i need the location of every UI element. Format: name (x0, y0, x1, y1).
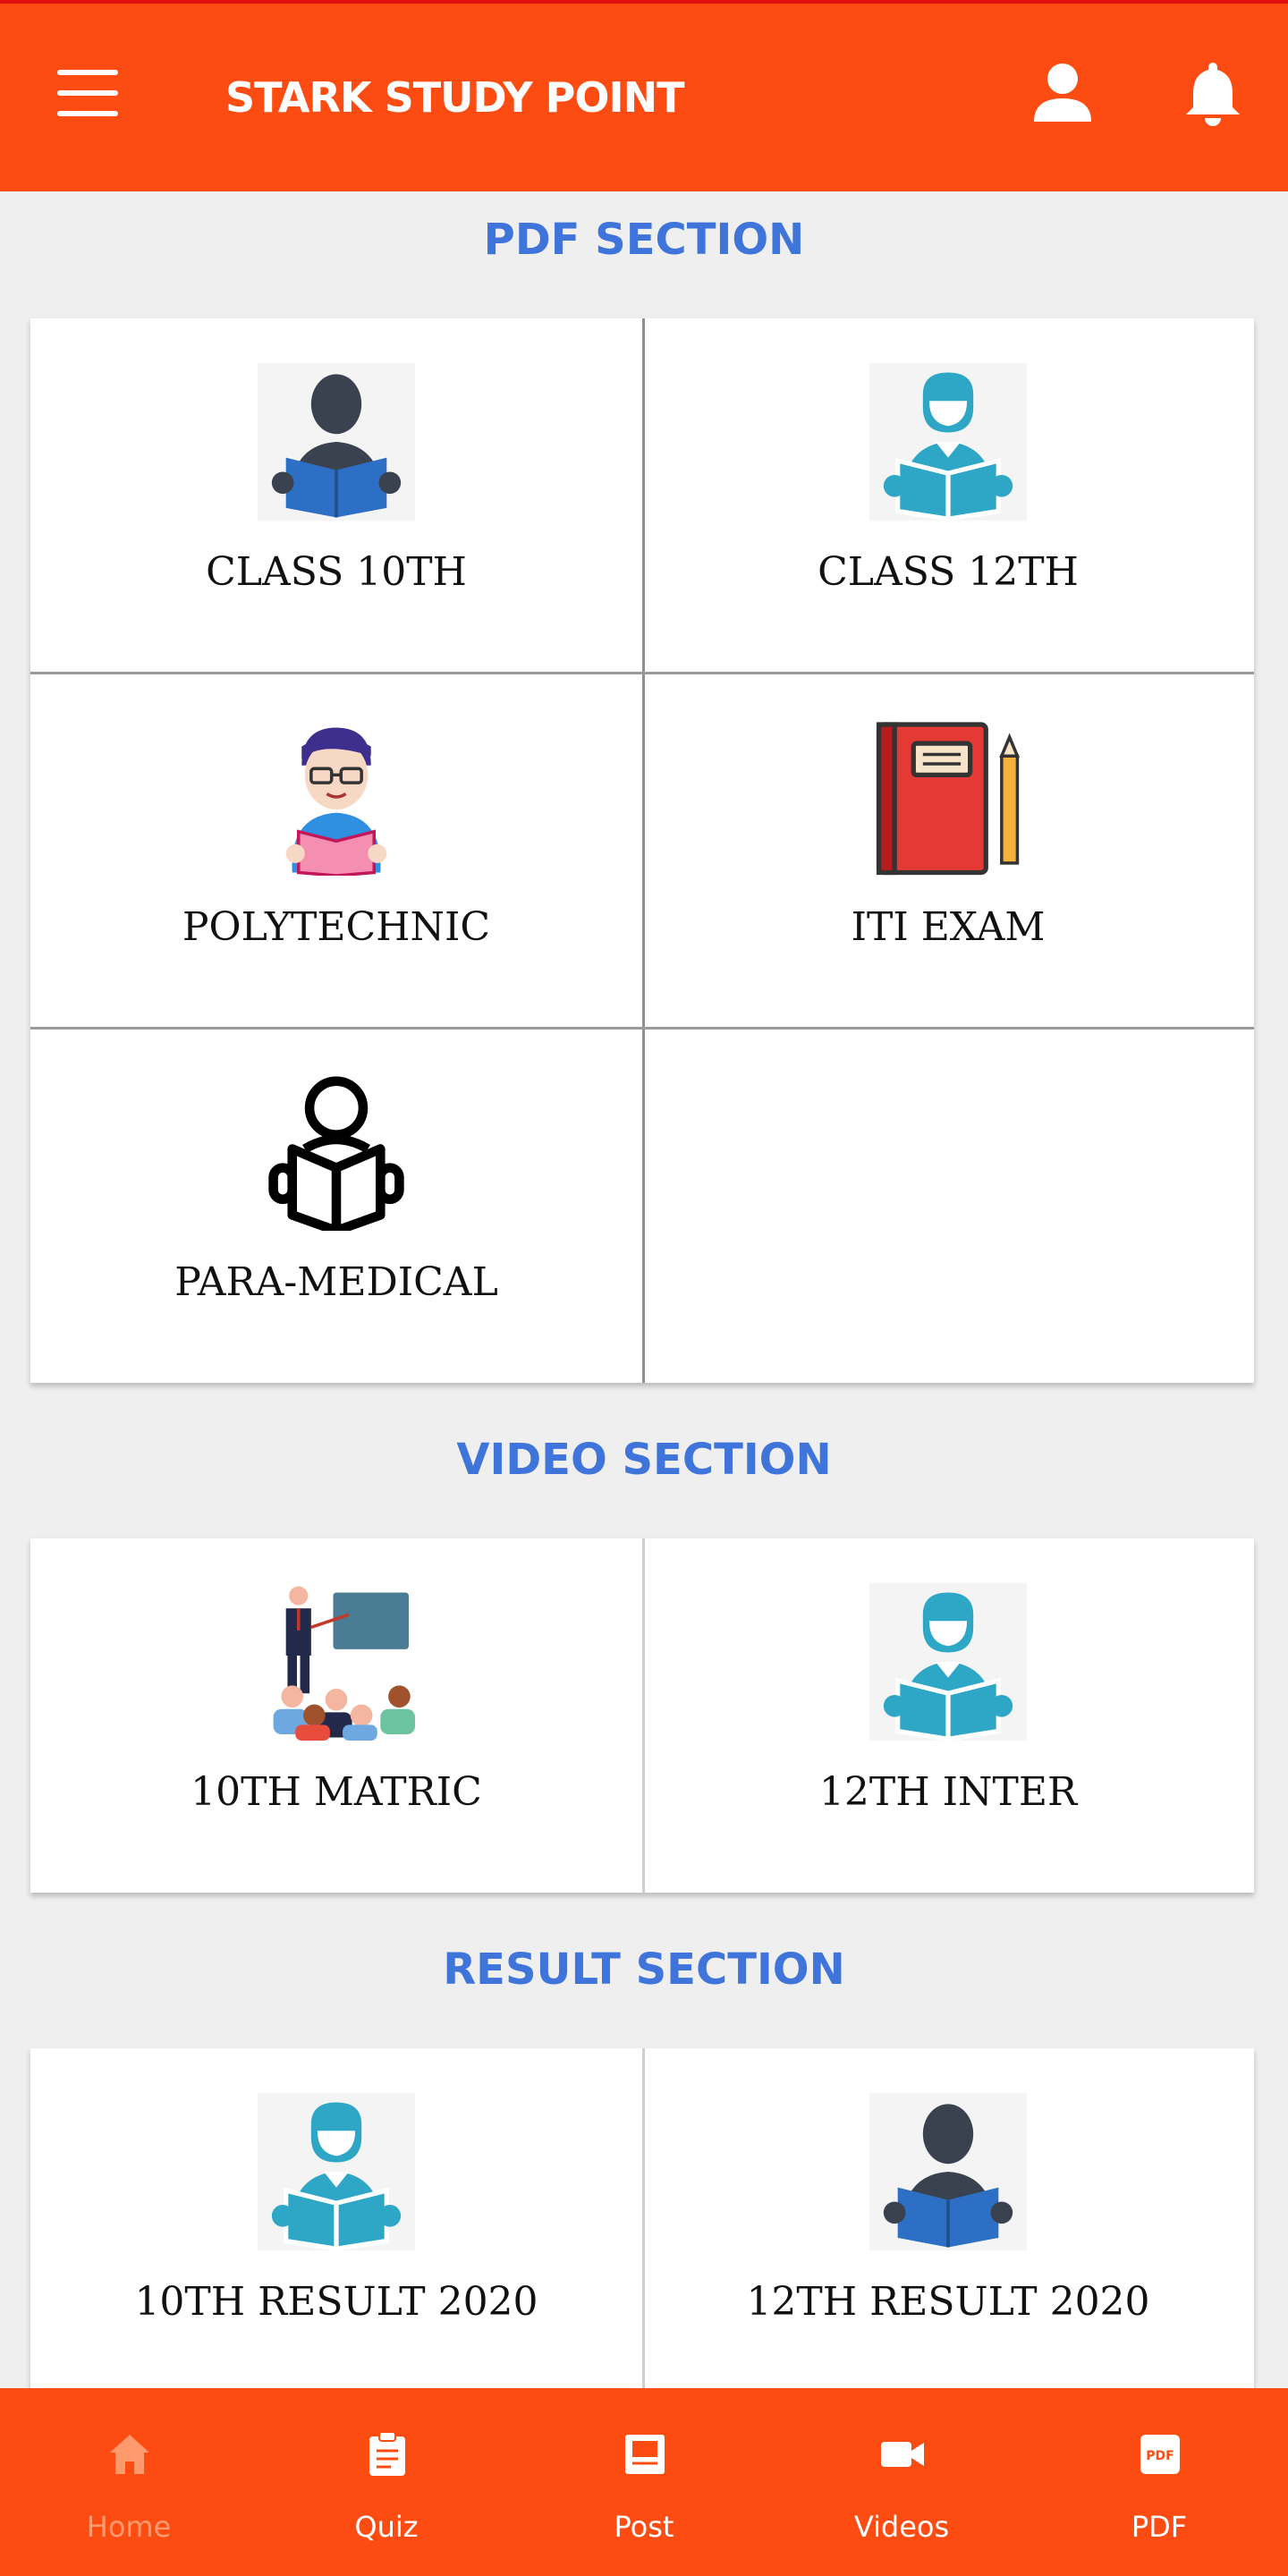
video-item-12th-inter[interactable]: 12TH INTER (642, 1538, 1254, 1894)
clipboard-icon (369, 2431, 405, 2476)
reader-outline-icon (268, 1076, 404, 1231)
student-reading-dark-icon (869, 2093, 1027, 2250)
pdf-section-title: PDF SECTION (483, 215, 805, 265)
pdf-item-iti-exam[interactable]: ITI EXAM (642, 674, 1254, 1030)
item-label: ITI EXAM (851, 904, 1046, 950)
person-icon[interactable] (1027, 57, 1098, 129)
video-item-10th-matric[interactable]: 10TH MATRIC (30, 1538, 642, 1894)
item-label: 12TH INTER (818, 1769, 1078, 1815)
result-item-10th-result-2020[interactable]: 10TH RESULT 2020 (30, 2048, 642, 2404)
video-section-grid: 10TH MATRIC 12TH INTER (30, 1538, 1254, 1893)
nav-pdf[interactable]: PDF PDF (1030, 2388, 1288, 2576)
nav-videos[interactable]: Videos (773, 2388, 1030, 2576)
item-label: 10TH RESULT 2020 (134, 2279, 538, 2325)
student-reading-teal-icon (258, 2093, 415, 2250)
result-section-grid: 10TH RESULT 2020 12TH RESULT 2020 (30, 2048, 1254, 2406)
nav-post[interactable]: Post (515, 2388, 773, 2576)
nav-label: Videos (853, 2510, 950, 2544)
pdf-item-para-medical[interactable]: PARA-MEDICAL (30, 1029, 642, 1385)
empty-grid-cell (642, 1029, 1254, 1385)
student-reading-teal-icon (869, 1583, 1027, 1741)
pdf-badge-text: PDF (1146, 2449, 1174, 2463)
nav-label: Home (86, 2510, 172, 2544)
item-label: CLASS 10TH (206, 549, 467, 595)
pdf-icon: PDF (1140, 2435, 1180, 2474)
item-label: PARA-MEDICAL (174, 1259, 498, 1305)
item-label: 10TH MATRIC (191, 1769, 482, 1815)
student-glasses-reading-icon (285, 727, 387, 876)
pdf-section-grid: CLASS 10TH CLASS 12TH POLYTECHNIC ITI EX… (30, 318, 1254, 1383)
student-reading-teal-icon (869, 363, 1027, 521)
video-section-title: VIDEO SECTION (456, 1435, 832, 1485)
nav-quiz[interactable]: Quiz (258, 2388, 515, 2576)
app-title: STARK STUDY POINT (225, 73, 684, 122)
app-bar: STARK STUDY POINT (0, 0, 1288, 191)
nav-label: Post (614, 2510, 674, 2544)
pdf-item-polytechnic[interactable]: POLYTECHNIC (30, 674, 642, 1030)
result-section-title: RESULT SECTION (443, 1945, 845, 1995)
bell-icon[interactable] (1177, 57, 1249, 129)
video-camera-icon (881, 2442, 924, 2467)
notebook-pencil-icon (876, 722, 1021, 876)
result-item-12th-result-2020[interactable]: 12TH RESULT 2020 (642, 2048, 1254, 2404)
post-icon (625, 2435, 665, 2474)
student-reading-dark-icon (258, 363, 415, 521)
item-label: POLYTECHNIC (182, 904, 491, 950)
pdf-item-class-10th[interactable]: CLASS 10TH (30, 318, 642, 674)
teacher-classroom-icon (273, 1586, 415, 1741)
nav-label: Quiz (354, 2510, 419, 2544)
home-icon (110, 2435, 149, 2474)
pdf-item-class-12th[interactable]: CLASS 12TH (642, 318, 1254, 674)
nav-home[interactable]: Home (0, 2388, 258, 2576)
bottom-navigation: Home Quiz Post Videos PDF PDF (0, 2388, 1288, 2576)
hamburger-menu-icon[interactable] (57, 70, 118, 116)
item-label: CLASS 12TH (818, 549, 1079, 595)
nav-label: PDF (1131, 2510, 1188, 2544)
item-label: 12TH RESULT 2020 (746, 2279, 1150, 2325)
